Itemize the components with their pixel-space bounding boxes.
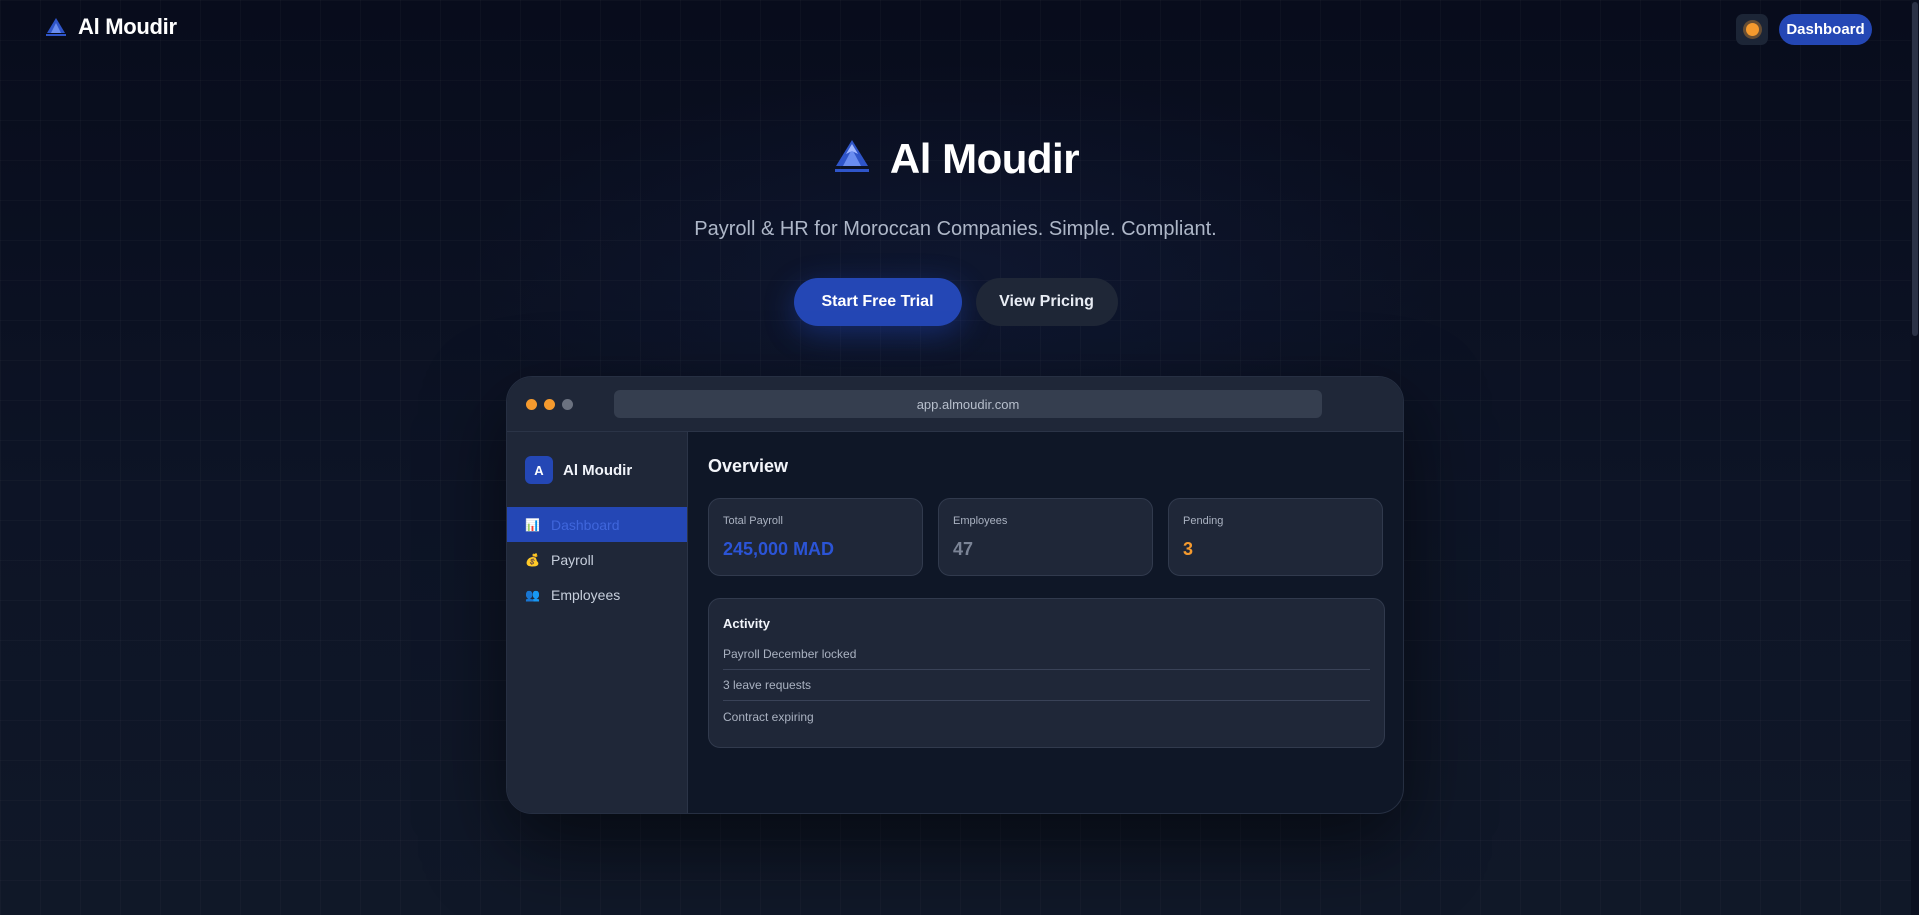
- stat-card-total-payroll: Total Payroll 245,000 MAD: [708, 498, 923, 576]
- stat-value: 245,000 MAD: [723, 539, 835, 559]
- activity-panel: Activity Payroll December locked 3 leave…: [708, 598, 1385, 748]
- money-bag-icon: 💰: [525, 552, 540, 567]
- sidebar-brand-name: Al Moudir: [563, 461, 633, 479]
- sidebar-item-dashboard[interactable]: 📊 Dashboard: [507, 507, 687, 542]
- overview-title: Overview: [708, 456, 789, 476]
- activity-item: Contract expiring: [723, 709, 814, 724]
- cta-group: Start Free Trial View Pricing: [0, 278, 1911, 326]
- hero-title: Al Moudir: [0, 135, 1911, 183]
- sidebar-item-label: Dashboard: [551, 516, 620, 533]
- hero-heading: Al Moudir: [889, 135, 1080, 182]
- hero-tagline: Payroll & HR for Moroccan Companies. Sim…: [694, 218, 1217, 240]
- app-preview-window: app.almoudir.com A Al Moudir 📊 Dashboard…: [506, 376, 1404, 814]
- logo-icon: [832, 138, 872, 181]
- activity-title: Activity: [723, 616, 770, 631]
- preview-main: Overview Total Payroll 245,000 MAD Emplo…: [688, 432, 1403, 813]
- nav-brand[interactable]: Al Moudir: [44, 14, 177, 40]
- activity-item: 3 leave requests: [723, 670, 1370, 701]
- top-navigation: Al Moudir Dashboard: [0, 0, 1911, 58]
- window-titlebar: app.almoudir.com: [507, 377, 1403, 432]
- window-dot-icon: [562, 399, 573, 410]
- sidebar-logo: A: [525, 456, 553, 484]
- dashboard-button[interactable]: Dashboard: [1779, 14, 1872, 45]
- page-scrollbar[interactable]: [1911, 0, 1919, 915]
- stat-value: 47: [953, 539, 974, 559]
- preview-sidebar: A Al Moudir 📊 Dashboard 💰 Payroll 👥 Empl…: [507, 432, 688, 813]
- sidebar-item-label: Payroll: [551, 551, 594, 568]
- stat-label: Employees: [953, 515, 1008, 527]
- stat-label: Total Payroll: [723, 515, 783, 527]
- stat-card-employees: Employees 47: [938, 498, 1153, 576]
- url-bar: app.almoudir.com: [614, 390, 1322, 418]
- sidebar-item-payroll[interactable]: 💰 Payroll: [507, 542, 687, 577]
- activity-item: Payroll December locked: [723, 639, 1370, 670]
- sidebar-brand: A Al Moudir: [525, 456, 632, 484]
- scrollbar-thumb[interactable]: [1912, 2, 1918, 336]
- theme-toggle-button[interactable]: [1736, 14, 1768, 45]
- sidebar-item-label: Employees: [551, 586, 621, 603]
- window-dot-icon: [544, 399, 555, 410]
- start-free-trial-button[interactable]: Start Free Trial: [793, 278, 962, 326]
- sun-icon: [1745, 23, 1759, 36]
- people-icon: 👥: [525, 587, 540, 602]
- window-dot-icon: [526, 399, 537, 410]
- chart-icon: 📊: [525, 517, 540, 532]
- view-pricing-button[interactable]: View Pricing: [975, 278, 1118, 326]
- stat-value: 3: [1183, 539, 1194, 559]
- brand-name: Al Moudir: [78, 14, 177, 39]
- sidebar-item-employees[interactable]: 👥 Employees: [507, 577, 687, 612]
- stat-label: Pending: [1183, 515, 1224, 527]
- logo-icon: [44, 16, 68, 38]
- stat-card-pending: Pending 3: [1168, 498, 1383, 576]
